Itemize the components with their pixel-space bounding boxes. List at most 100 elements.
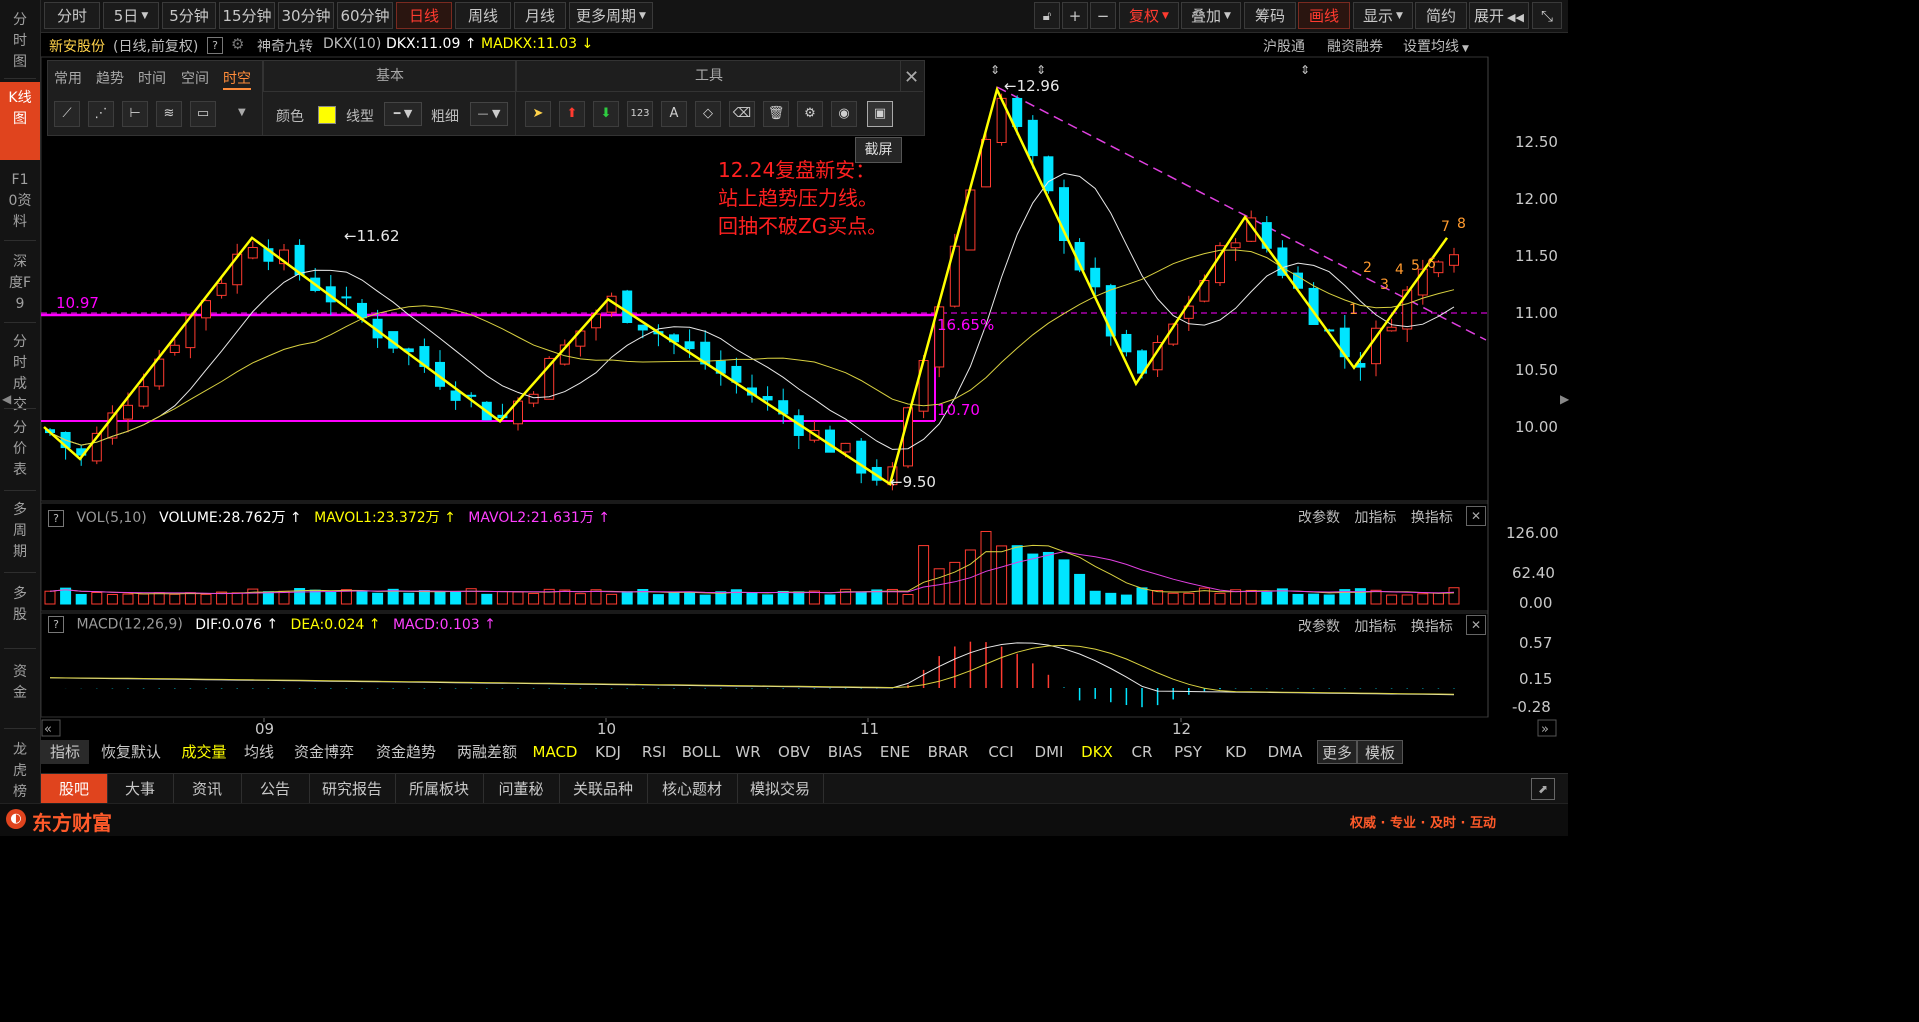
tab-common[interactable]: 常用 xyxy=(54,68,82,88)
indicator-tab[interactable]: BOLL xyxy=(675,740,727,764)
macd-switch-indicator[interactable]: 换指标 xyxy=(1411,619,1453,635)
number-icon[interactable]: 123 xyxy=(627,101,653,127)
indicator-tab[interactable]: 两融差额 xyxy=(447,740,527,764)
candle-body xyxy=(840,442,851,453)
indicator-tab[interactable]: MACD xyxy=(527,740,583,764)
popout-icon[interactable]: ⬈ xyxy=(1531,778,1555,800)
macd-add-indicator[interactable]: 加指标 xyxy=(1354,619,1396,635)
collapse-right-icon[interactable]: ▶ xyxy=(1560,392,1569,406)
price-axis-label: 10.00 xyxy=(1515,418,1558,436)
indicator-tab[interactable]: 资金博弈 xyxy=(283,740,365,764)
tab-announcements[interactable]: 公告 xyxy=(241,774,310,804)
rectangle-icon[interactable]: ▭ xyxy=(190,101,216,127)
x-tick-label: 11 xyxy=(860,720,879,738)
volume-bar xyxy=(1401,594,1413,605)
close-icon[interactable]: ✕ xyxy=(1466,506,1486,526)
indicator-tab[interactable]: KD xyxy=(1213,740,1259,764)
indicator-tab[interactable]: 模板 xyxy=(1357,740,1403,764)
scroll-right-icon[interactable]: » xyxy=(1541,722,1549,737)
tab-sim-trade[interactable]: 模拟交易 xyxy=(737,774,824,804)
macd-value: MACD:0.103 xyxy=(392,616,480,633)
tab-time-space[interactable]: 时空 xyxy=(223,68,251,90)
indicator-tab[interactable]: DMA xyxy=(1259,740,1311,764)
volume-bar xyxy=(1152,590,1164,605)
close-icon[interactable]: ✕ xyxy=(1466,615,1486,635)
indicator-tab[interactable]: BRAR xyxy=(919,740,977,764)
indicator-tab[interactable]: ENE xyxy=(871,740,919,764)
indicator-tab[interactable]: WR xyxy=(727,740,769,764)
cursor-icon[interactable]: ➤ xyxy=(525,101,551,127)
chevron-down-icon[interactable]: ▼ xyxy=(238,107,246,118)
wave-count: 5 xyxy=(1411,258,1420,274)
candle-body xyxy=(1090,267,1101,288)
tab-related[interactable]: 关联品种 xyxy=(559,774,648,804)
divider xyxy=(515,61,516,135)
tab-time[interactable]: 时间 xyxy=(138,68,166,88)
volume-bar xyxy=(1354,588,1366,605)
indicator-tab[interactable]: OBV xyxy=(769,740,819,764)
scroll-left-icon[interactable]: « xyxy=(44,722,52,737)
tab-news[interactable]: 资讯 xyxy=(173,774,242,804)
arrow-down-icon[interactable]: ⬇ xyxy=(593,101,619,127)
vol-ma1-line xyxy=(49,544,1455,595)
candle-body xyxy=(1027,119,1038,157)
volume-bar xyxy=(1308,593,1320,605)
tab-research[interactable]: 研究报告 xyxy=(309,774,396,804)
tab-core-themes[interactable]: 核心题材 xyxy=(647,774,738,804)
line-type-dropdown[interactable]: ━ ▼ xyxy=(384,102,422,126)
indicator-tab[interactable]: CR xyxy=(1121,740,1163,764)
annotation-line: 站上趋势压力线。 xyxy=(718,186,878,210)
tab-guba[interactable]: 股吧 xyxy=(41,774,108,804)
indicator-tab[interactable]: DKX xyxy=(1073,740,1121,764)
volume-bar xyxy=(91,592,103,605)
macd-axis-label: -0.28 xyxy=(1512,698,1551,716)
macd-change-params[interactable]: 改参数 xyxy=(1298,619,1340,635)
volume-bar xyxy=(933,568,945,605)
help-icon[interactable]: ? xyxy=(48,509,64,527)
tab-ask-secretary[interactable]: 问董秘 xyxy=(483,774,560,804)
indicator-tab[interactable]: CCI xyxy=(977,740,1025,764)
volume-bar xyxy=(1245,589,1257,605)
indicator-tab[interactable]: PSY xyxy=(1163,740,1213,764)
tab-space[interactable]: 空间 xyxy=(181,68,209,88)
help-icon[interactable]: ? xyxy=(48,616,64,633)
indicator-tab[interactable]: 更多 xyxy=(1317,740,1357,764)
indicator-tab[interactable]: 资金趋势 xyxy=(365,740,447,764)
volume-bar xyxy=(621,591,633,605)
vol-add-indicator[interactable]: 加指标 xyxy=(1354,510,1396,526)
eye-icon[interactable]: ◉ xyxy=(831,101,857,127)
parallel-lines-icon[interactable]: ≋ xyxy=(156,101,182,127)
volume-bar xyxy=(559,589,571,605)
gann-fan-icon[interactable]: ⋰ xyxy=(88,101,114,127)
tab-trend[interactable]: 趋势 xyxy=(96,68,124,88)
fan-line-icon[interactable]: ⟋ xyxy=(54,101,80,127)
indicator-tab[interactable]: 均线 xyxy=(235,740,283,764)
indicator-tab[interactable]: KDJ xyxy=(583,740,633,764)
indicator-tab[interactable]: RSI xyxy=(633,740,675,764)
text-icon[interactable]: A xyxy=(661,101,687,127)
arrow-up-icon[interactable]: ⬆ xyxy=(559,101,585,127)
marker-arrow-icon: ⇕ xyxy=(990,63,1000,77)
thickness-dropdown[interactable]: — ▼ xyxy=(470,102,508,126)
candle-body xyxy=(1230,242,1241,249)
indicator-tab[interactable]: 成交量 xyxy=(173,740,235,764)
color-swatch[interactable] xyxy=(318,106,336,124)
indicator-tab[interactable]: DMI xyxy=(1025,740,1073,764)
indicator-tab[interactable]: 恢复默认 xyxy=(89,740,173,764)
eraser-icon[interactable]: ⌫ xyxy=(729,101,755,127)
vol-mavol1: MAVOL1:23.372万 xyxy=(314,510,440,526)
indicator-tab[interactable]: 指标 xyxy=(41,740,89,764)
price-axis-label: 12.50 xyxy=(1515,133,1558,151)
tab-sector[interactable]: 所属板块 xyxy=(395,774,484,804)
trash-icon[interactable]: 🗑︎ xyxy=(763,101,789,127)
indicator-tab[interactable]: BIAS xyxy=(819,740,871,764)
volume-bar xyxy=(1058,559,1070,605)
vol-switch-indicator[interactable]: 换指标 xyxy=(1411,510,1453,526)
close-icon[interactable]: ✕ xyxy=(904,67,919,88)
settings-icon[interactable]: ⚙ xyxy=(797,101,823,127)
vol-change-params[interactable]: 改参数 xyxy=(1298,510,1340,526)
ruler-icon[interactable]: ◇ xyxy=(695,101,721,127)
tab-events[interactable]: 大事 xyxy=(107,774,174,804)
screenshot-icon[interactable]: ▣ xyxy=(867,101,893,127)
cycle-line-icon[interactable]: ⊢ xyxy=(122,101,148,127)
